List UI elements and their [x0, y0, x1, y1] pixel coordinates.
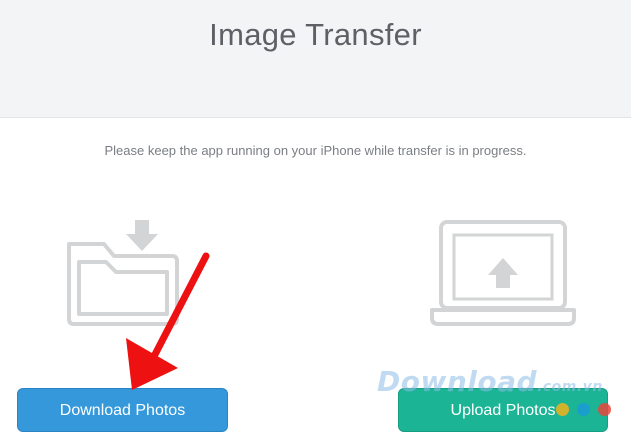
watermark-text: Download [377, 365, 538, 398]
page-title: Image Transfer [209, 17, 422, 52]
dot-red [598, 403, 611, 416]
image-transfer-page: Image Transfer Please keep the app runni… [0, 0, 631, 448]
transfer-instructions: Please keep the app running on your iPho… [104, 143, 527, 158]
watermark-suffix: .com.vn [537, 379, 603, 395]
laptop-upload-icon [430, 220, 576, 326]
red-arrow-icon [126, 252, 210, 390]
dot-yellow [556, 403, 569, 416]
watermark: Download.com.vn [377, 365, 603, 398]
watermark-dots [556, 403, 612, 417]
header: Image Transfer [0, 0, 631, 118]
dot-blue [577, 403, 590, 416]
